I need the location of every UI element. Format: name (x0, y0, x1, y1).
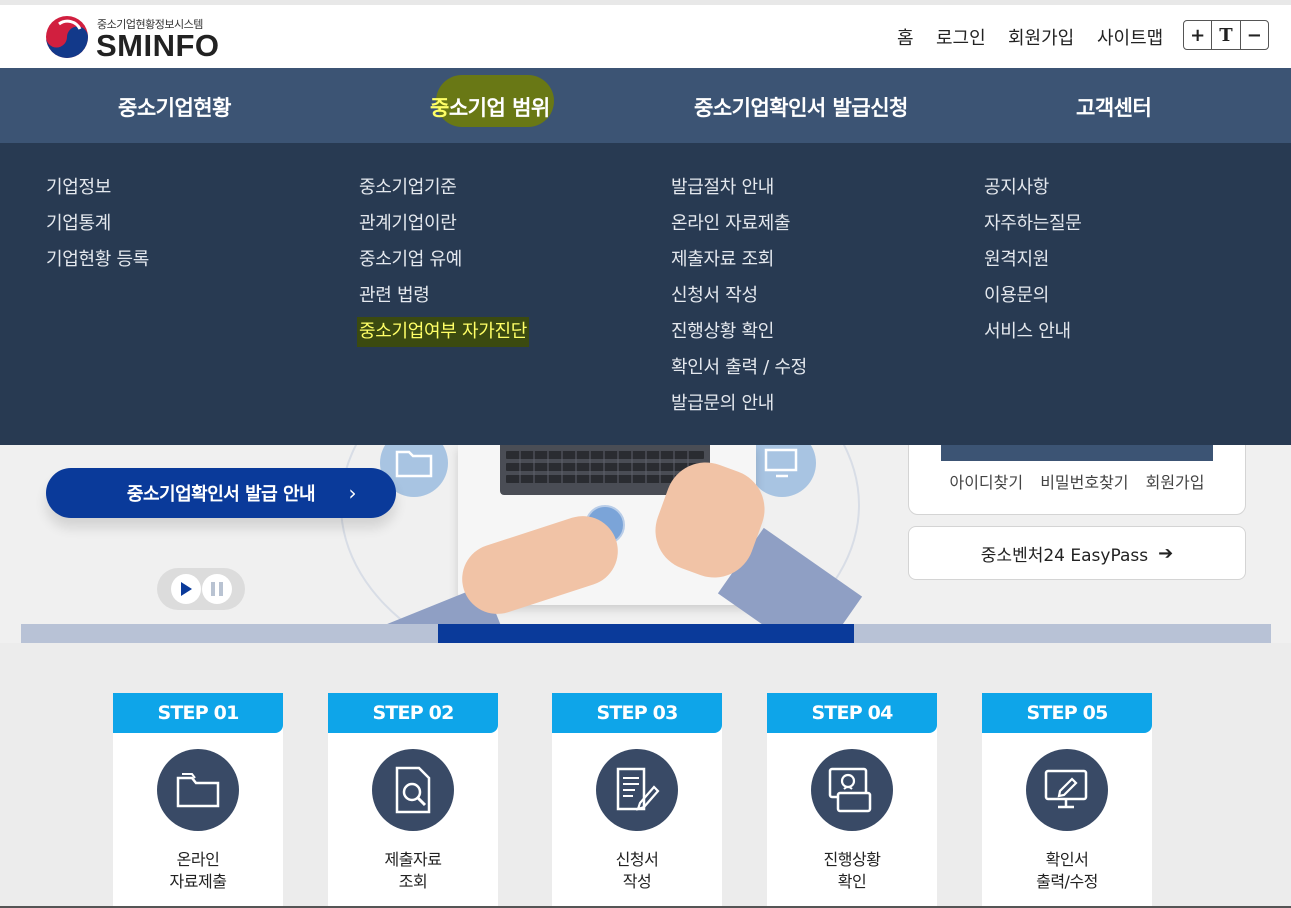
logo-title: SMINFO (96, 28, 220, 63)
step-label: 확인서출력/수정 (982, 849, 1152, 893)
slide-control (157, 568, 245, 610)
step-label-line1: 제출자료 (384, 850, 442, 869)
play-icon (181, 582, 192, 596)
nav-item-customer-center[interactable]: 고객센터 (1076, 92, 1152, 122)
menu-link[interactable]: 기업통계 (46, 209, 149, 245)
menu-link-self-diagnosis[interactable]: 중소기업여부 자가진단 (357, 317, 530, 347)
step-label-line1: 진행상황 (823, 850, 881, 869)
login-links: 아이디찾기 비밀번호찾기 회원가입 (909, 469, 1245, 493)
menu-column-certificate: 발급절차 안내 온라인 자료제출 제출자료 조회 신청서 작성 진행상황 확인 … (671, 173, 807, 425)
slide-progress-segment[interactable] (854, 624, 1271, 643)
nav-item-company-status[interactable]: 중소기업현황 (118, 92, 231, 122)
document-search-icon (372, 749, 454, 831)
login-button-edge[interactable] (941, 445, 1213, 461)
menu-link[interactable]: 관련 법령 (359, 281, 529, 317)
main-navigation: 중소기업현황 중소기업 범위 중소기업확인서 발급신청 고객센터 (0, 68, 1291, 143)
pause-button[interactable] (202, 574, 232, 604)
hero-banner: 중소기업확인서 발급 안내 › 아이디찾기 비밀번호찾기 회원가입 중소벤처24… (0, 445, 1291, 643)
menu-column-company-status: 기업정보 기업통계 기업현황 등록 (46, 173, 149, 281)
monitor-print-icon (1026, 749, 1108, 831)
step-label-line1: 온라인 (176, 850, 220, 869)
find-id-link[interactable]: 아이디찾기 (949, 473, 1023, 492)
step-number: STEP 04 (767, 693, 937, 733)
menu-link[interactable]: 이용문의 (984, 281, 1082, 317)
step-label: 제출자료조회 (328, 849, 498, 893)
menu-link[interactable]: 기업정보 (46, 173, 149, 209)
menu-link[interactable]: 신청서 작성 (671, 281, 807, 317)
menu-column-customer-center: 공지사항 자주하는질문 원격지원 이용문의 서비스 안내 (984, 173, 1082, 353)
nav-item-certificate-apply[interactable]: 중소기업확인서 발급신청 (694, 92, 908, 122)
step-card[interactable]: STEP 04 진행상황확인 (767, 693, 937, 908)
nav-item-highlight-char: 중 (430, 96, 449, 120)
step-label: 온라인자료제출 (113, 849, 283, 893)
chevron-right-icon: › (348, 481, 357, 505)
login-link[interactable]: 로그인 (936, 24, 986, 49)
mega-menu-dropdown: 기업정보 기업통계 기업현황 등록 중소기업기준 관계기업이란 중소기업 유예 … (0, 143, 1291, 445)
menu-link[interactable]: 중소기업기준 (359, 173, 529, 209)
slide-progress-segment[interactable] (21, 624, 438, 643)
menu-link[interactable]: 관계기업이란 (359, 209, 529, 245)
menu-link[interactable]: 확인서 출력 / 수정 (671, 353, 807, 389)
step-card[interactable]: STEP 03 신청서작성 (552, 693, 722, 908)
site-logo[interactable]: 중소기업현황정보시스템 SMINFO (45, 11, 235, 63)
step-label-line1: 신청서 (615, 850, 659, 869)
menu-link[interactable]: 서비스 안내 (984, 317, 1082, 353)
steps-section: STEP 01 온라인자료제출 STEP 02 제출자료조회 STEP 03 신… (0, 643, 1291, 908)
find-password-link[interactable]: 비밀번호찾기 (1040, 473, 1128, 492)
document-edit-icon (596, 749, 678, 831)
step-number: STEP 03 (552, 693, 722, 733)
step-label-line2: 조회 (398, 872, 428, 891)
menu-link[interactable]: 자주하는질문 (984, 209, 1082, 245)
menu-link[interactable]: 중소기업 유예 (359, 245, 529, 281)
pause-icon (211, 582, 223, 596)
sitemap-link[interactable]: 사이트맵 (1097, 24, 1163, 49)
step-label-line1: 확인서 (1045, 850, 1089, 869)
play-button[interactable] (171, 574, 201, 604)
page: 중소기업현황정보시스템 SMINFO 홈 로그인 회원가입 사이트맵 + T −… (0, 0, 1291, 908)
slide-progress-bar (21, 624, 1271, 643)
arrow-right-icon: ➔ (1158, 542, 1174, 564)
certificate-guide-label: 중소기업확인서 발급 안내 (126, 484, 316, 505)
menu-link[interactable]: 진행상황 확인 (671, 317, 807, 353)
easypass-button[interactable]: 중소벤처24 EasyPass ➔ (908, 526, 1246, 580)
step-number: STEP 05 (982, 693, 1152, 733)
certificate-guide-button[interactable]: 중소기업확인서 발급 안내 › (46, 468, 396, 518)
menu-link[interactable]: 발급절차 안내 (671, 173, 807, 209)
step-label: 진행상황확인 (767, 849, 937, 893)
slide-progress-segment[interactable] (437, 624, 855, 643)
home-link[interactable]: 홈 (897, 24, 914, 49)
step-label-line2: 작성 (622, 872, 652, 891)
menu-link[interactable]: 온라인 자료제출 (671, 209, 807, 245)
step-number: STEP 02 (328, 693, 498, 733)
menu-column-sme-scope: 중소기업기준 관계기업이란 중소기업 유예 관련 법령 중소기업여부 자가진단 (357, 173, 530, 353)
nav-item-sme-scope[interactable]: 중소기업 범위 (430, 92, 550, 122)
step-label-line2: 자료제출 (169, 872, 227, 891)
font-increase-button[interactable]: + (1184, 21, 1213, 49)
menu-link[interactable]: 공지사항 (984, 173, 1082, 209)
nav-item-rest: 소기업 범위 (448, 96, 550, 120)
font-decrease-button[interactable]: − (1241, 21, 1268, 49)
progress-monitor-icon (811, 749, 893, 831)
menu-link[interactable]: 발급문의 안내 (671, 389, 807, 425)
easypass-label: 중소벤처24 EasyPass (980, 545, 1149, 566)
menu-link[interactable]: 제출자료 조회 (671, 245, 807, 281)
menu-link[interactable]: 기업현황 등록 (46, 245, 149, 281)
login-signup-link[interactable]: 회원가입 (1146, 473, 1205, 492)
step-card[interactable]: STEP 02 제출자료조회 (328, 693, 498, 908)
step-label: 신청서작성 (552, 849, 722, 893)
header: 중소기업현황정보시스템 SMINFO 홈 로그인 회원가입 사이트맵 + T − (0, 5, 1291, 68)
login-box: 아이디찾기 비밀번호찾기 회원가입 (908, 445, 1246, 515)
signup-link[interactable]: 회원가입 (1008, 24, 1074, 49)
font-reset-button[interactable]: T (1212, 21, 1241, 49)
step-card[interactable]: STEP 01 온라인자료제출 (113, 693, 283, 908)
step-label-line2: 확인 (837, 872, 867, 891)
folder-icon (157, 749, 239, 831)
font-size-control: + T − (1183, 20, 1269, 50)
step-number: STEP 01 (113, 693, 283, 733)
menu-link[interactable]: 원격지원 (984, 245, 1082, 281)
step-card[interactable]: STEP 05 확인서출력/수정 (982, 693, 1152, 908)
step-label-line2: 출력/수정 (1036, 872, 1098, 891)
taeguk-logo-icon (46, 16, 88, 58)
